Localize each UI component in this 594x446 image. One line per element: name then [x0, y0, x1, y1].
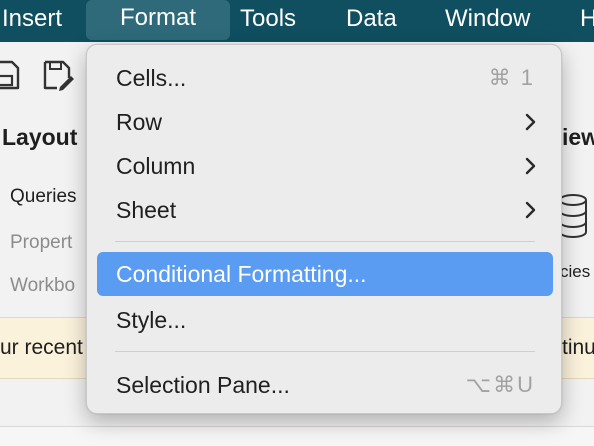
menu-item-conditional-formatting[interactable]: Conditional Formatting... — [97, 252, 553, 296]
bottom-strip — [0, 426, 594, 446]
queries-icon-caption: cies — [560, 262, 591, 281]
menu-tools[interactable]: Tools — [240, 0, 296, 42]
menu-item-label: Conditional Formatting... — [116, 261, 367, 287]
menu-data[interactable]: Data — [346, 0, 397, 42]
menu-item-column[interactable]: Column — [97, 144, 553, 188]
chevron-right-icon — [525, 201, 536, 219]
menu-item-style[interactable]: Style... — [97, 298, 553, 342]
notice-text-left: ur recent — [0, 336, 83, 359]
properties-item[interactable]: Propert — [10, 232, 72, 254]
workbook-item[interactable]: Workbo — [10, 275, 75, 297]
layout-heading: Layout — [2, 124, 78, 150]
menu-item-sheet[interactable]: Sheet — [97, 188, 553, 232]
menu-item-label: Selection Pane... — [116, 372, 290, 398]
menu-item-shortcut: ⌥⌘U — [465, 372, 535, 397]
menu-window[interactable]: Window — [445, 0, 530, 42]
menu-separator — [115, 351, 535, 352]
save-icon[interactable] — [0, 58, 20, 92]
view-heading: iew — [562, 124, 594, 150]
menu-item-label: Column — [116, 153, 196, 179]
menu-format[interactable]: Format — [86, 0, 230, 40]
menu-bar: Insert Format Tools Data Window H — [0, 0, 594, 42]
menu-item-label: Style... — [116, 307, 187, 333]
menu-insert[interactable]: Insert — [2, 0, 62, 42]
notice-text-right: tinu — [562, 336, 594, 359]
menu-item-cells[interactable]: Cells... ⌘ 1 — [97, 56, 553, 100]
menu-item-label: Row — [116, 109, 163, 135]
menu-item-label: Cells... — [116, 65, 187, 91]
menu-item-shortcut: ⌘ 1 — [488, 65, 535, 90]
queries-item[interactable]: Queries — [10, 186, 77, 208]
menu-item-selection-pane[interactable]: Selection Pane... ⌥⌘U — [97, 363, 553, 407]
chevron-right-icon — [525, 157, 536, 175]
menu-item-row[interactable]: Row — [97, 100, 553, 144]
save-as-icon[interactable] — [42, 58, 76, 92]
chevron-right-icon — [525, 113, 536, 131]
menu-help[interactable]: H — [580, 0, 594, 42]
menu-item-label: Sheet — [116, 197, 177, 223]
menu-separator — [115, 241, 535, 242]
format-menu: Cells... ⌘ 1 Row Column Sheet Conditiona… — [86, 44, 562, 414]
